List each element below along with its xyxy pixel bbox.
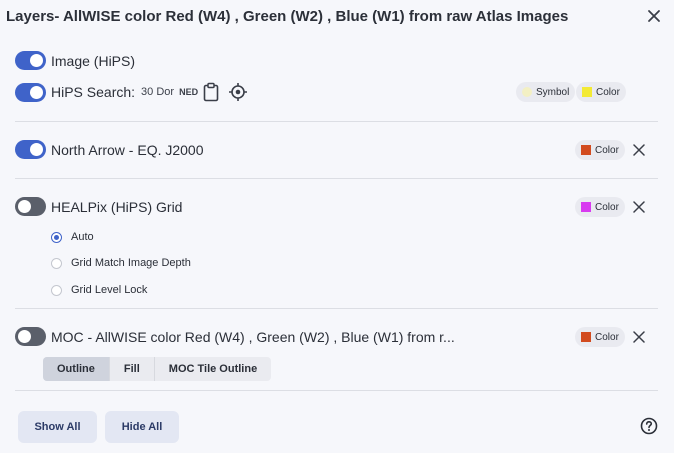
color-swatch — [582, 87, 592, 97]
radio-level-lock[interactable] — [51, 284, 62, 296]
layer-row-hips-search: HiPS Search: 30 Dor NED — [15, 82, 248, 102]
remove-moc-icon[interactable] — [632, 330, 646, 344]
dialog-title: Layers- AllWISE color Red (W4) , Green (… — [6, 8, 569, 25]
divider — [15, 178, 658, 179]
healpix-option-auto[interactable]: Auto — [51, 231, 94, 243]
symbol-chip-label: Symbol — [536, 86, 570, 98]
hips-search-resolver: NED — [179, 87, 199, 97]
moc-style-fill[interactable]: Fill — [110, 357, 155, 381]
radio-match-depth[interactable] — [51, 257, 62, 269]
hips-search-toggle[interactable] — [15, 82, 46, 102]
divider — [15, 390, 658, 391]
color-chip-label: Color — [595, 144, 619, 156]
color-swatch — [581, 202, 591, 212]
option-label: Auto — [71, 231, 94, 243]
moc-style-selector: Outline Fill MOC Tile Outline — [43, 357, 272, 381]
layers-dialog: Layers- AllWISE color Red (W4) , Green (… — [0, 0, 674, 453]
divider — [15, 121, 658, 122]
hips-search-symbol-chip[interactable]: Symbol — [516, 82, 576, 102]
symbol-swatch — [522, 87, 532, 97]
layer-row-north-arrow: North Arrow - EQ. J2000 — [15, 140, 204, 159]
color-chip-label: Color — [596, 86, 620, 98]
moc-style-outline[interactable]: Outline — [43, 357, 110, 381]
show-all-button[interactable]: Show All — [18, 411, 97, 443]
image-layer-label: Image (HiPS) — [51, 52, 136, 69]
close-icon[interactable] — [644, 6, 664, 26]
option-label: Grid Level Lock — [71, 284, 148, 296]
color-swatch — [581, 145, 591, 155]
moc-style-tile-outline[interactable]: MOC Tile Outline — [155, 357, 271, 381]
remove-north-arrow-icon[interactable] — [632, 143, 646, 157]
color-chip-label: Color — [595, 201, 619, 213]
moc-toggle[interactable] — [15, 327, 46, 346]
layer-row-moc: MOC - AllWISE color Red (W4) , Green (W2… — [15, 327, 455, 346]
moc-label: MOC - AllWISE color Red (W4) , Green (W2… — [51, 328, 455, 345]
hips-search-label: HiPS Search: — [51, 84, 136, 100]
help-icon[interactable] — [640, 417, 658, 435]
north-arrow-label: North Arrow - EQ. J2000 — [51, 141, 204, 158]
divider — [15, 308, 658, 309]
layer-row-image: Image (HiPS) — [15, 51, 135, 70]
north-arrow-toggle[interactable] — [15, 140, 46, 159]
healpix-label: HEALPix (HiPS) Grid — [51, 198, 183, 215]
healpix-toggle[interactable] — [15, 197, 46, 216]
color-swatch — [581, 332, 591, 342]
color-chip-label: Color — [595, 331, 619, 343]
moc-color-chip[interactable]: Color — [575, 327, 625, 347]
radio-auto[interactable] — [51, 231, 62, 243]
clipboard-icon[interactable] — [202, 82, 220, 102]
option-label: Grid Match Image Depth — [71, 257, 191, 269]
hips-search-target: 30 Dor — [141, 86, 175, 98]
north-arrow-color-chip[interactable]: Color — [575, 140, 625, 160]
crosshair-icon[interactable] — [228, 82, 248, 102]
layer-row-healpix: HEALPix (HiPS) Grid — [15, 197, 182, 216]
healpix-option-match-depth[interactable]: Grid Match Image Depth — [51, 257, 191, 269]
healpix-color-chip[interactable]: Color — [575, 197, 625, 217]
hips-search-color-chip[interactable]: Color — [576, 82, 626, 102]
healpix-option-level-lock[interactable]: Grid Level Lock — [51, 284, 147, 296]
remove-healpix-icon[interactable] — [632, 200, 646, 214]
hide-all-button[interactable]: Hide All — [105, 411, 179, 443]
image-layer-toggle[interactable] — [15, 51, 46, 70]
